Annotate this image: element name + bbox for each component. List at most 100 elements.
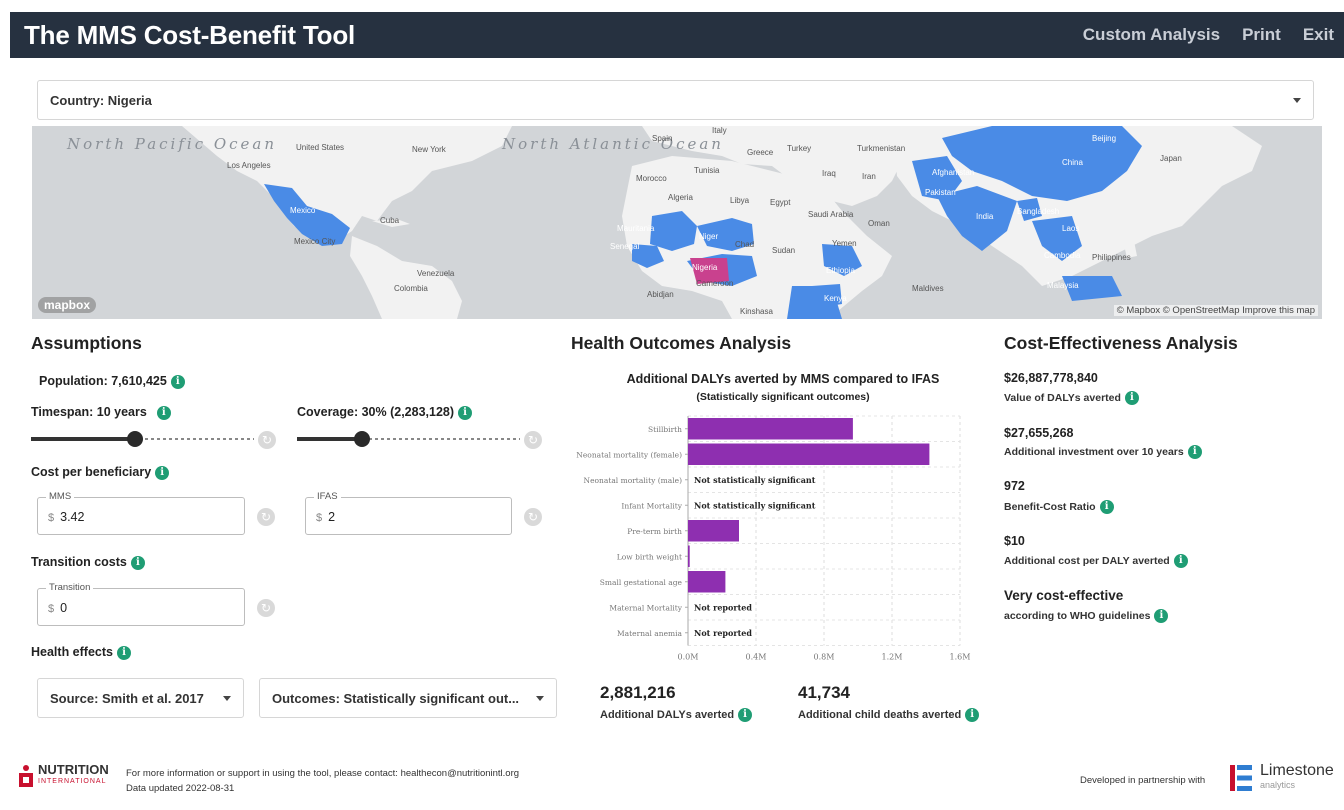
- map-label: Nigeria: [692, 263, 718, 272]
- info-icon[interactable]: i: [130, 555, 145, 570]
- category-label: Low birth weight: [617, 552, 682, 561]
- country-select-value: Country: Nigeria: [50, 92, 152, 108]
- slider-fill: [31, 437, 135, 441]
- map-label: Italy: [712, 126, 727, 135]
- nav-print[interactable]: Print: [1242, 25, 1281, 45]
- app-header: The MMS Cost-Benefit Tool Custom Analysi…: [10, 12, 1344, 58]
- slider-thumb[interactable]: [354, 431, 370, 447]
- info-icon[interactable]: i: [155, 465, 170, 480]
- category-label: Infant Mortality: [621, 501, 682, 510]
- partner-name: Limestone: [1260, 762, 1334, 779]
- info-icon[interactable]: i: [1187, 445, 1202, 459]
- reset-icon[interactable]: ↻: [257, 508, 275, 526]
- reset-icon[interactable]: ↻: [257, 599, 275, 617]
- map-label: Tunisia: [694, 166, 720, 175]
- partner-subname: analytics: [1260, 780, 1296, 790]
- map-label: Sudan: [772, 246, 796, 255]
- reset-icon[interactable]: ↻: [258, 431, 276, 449]
- nav-exit[interactable]: Exit: [1303, 25, 1334, 45]
- ifas-value: 2: [328, 510, 336, 524]
- bar: [688, 545, 690, 567]
- ocean-label-atlantic: North Atlantic Ocean: [502, 135, 724, 153]
- map-label: Saudi Arabia: [808, 210, 854, 219]
- map-label: Abidjan: [647, 290, 674, 299]
- category-label: Neonatal mortality (female): [576, 450, 682, 459]
- bar-annotation: Not statistically significant: [694, 475, 816, 485]
- partner-text: Developed in partnership with: [1080, 775, 1206, 786]
- cost-per-daly: $10: [1004, 534, 1025, 548]
- nutrition-international-logo[interactable]: NUTRITION INTERNATIONAL: [18, 762, 109, 788]
- bar-annotation: Not reported: [694, 628, 752, 638]
- mms-legend: MMS: [46, 491, 75, 502]
- map-label: Pakistan: [925, 188, 956, 197]
- map-label: Chad: [735, 240, 755, 249]
- reset-icon[interactable]: ↻: [524, 508, 542, 526]
- map-attribution[interactable]: © Mapbox © OpenStreetMap Improve this ma…: [1113, 305, 1318, 316]
- slider-thumb[interactable]: [127, 431, 143, 447]
- category-label: Pre-term birth: [627, 527, 682, 536]
- map-label: Yemen: [832, 239, 857, 248]
- top-nav: Custom Analysis Print Exit: [1083, 25, 1344, 45]
- map-label: Japan: [1160, 154, 1182, 163]
- chart-subtitle: (Statistically significant outcomes): [696, 391, 870, 403]
- map-label: Cambodia: [1044, 251, 1081, 260]
- health-outcomes-title: Health Outcomes Analysis: [571, 333, 792, 353]
- info-icon[interactable]: i: [1173, 554, 1188, 568]
- info-icon[interactable]: i: [965, 708, 980, 722]
- cost-per-daly-label: Additional cost per DALY averted i: [1004, 554, 1188, 568]
- org-name: NUTRITION: [38, 762, 109, 777]
- map-label: Egypt: [770, 198, 791, 207]
- transition-legend: Transition: [46, 582, 94, 593]
- world-map[interactable]: North Pacific Ocean North Atlantic Ocean…: [32, 126, 1322, 319]
- info-icon[interactable]: i: [156, 405, 171, 420]
- map-label: Kenya: [824, 294, 847, 303]
- ocean-label-pacific: North Pacific Ocean: [67, 135, 278, 153]
- ifas-cost-input[interactable]: IFAS $2: [305, 491, 512, 535]
- ifas-legend: IFAS: [314, 491, 341, 502]
- map-label: Niger: [699, 232, 719, 241]
- value-of-dalys: $26,887,778,840: [1004, 371, 1098, 385]
- reset-icon[interactable]: ↻: [524, 431, 542, 449]
- org-subname: INTERNATIONAL: [38, 778, 107, 785]
- info-icon[interactable]: i: [170, 374, 185, 389]
- additional-investment: $27,655,268: [1004, 426, 1074, 440]
- info-icon[interactable]: i: [116, 645, 131, 660]
- map-label: Ethiopia: [826, 266, 855, 275]
- info-icon[interactable]: i: [1124, 391, 1139, 405]
- cost-effectiveness-title: Cost-Effectiveness Analysis: [1004, 333, 1238, 353]
- footer-info: For more information or support in using…: [126, 766, 519, 796]
- source-dropdown[interactable]: Source: Smith et al. 2017: [37, 678, 244, 718]
- info-icon[interactable]: i: [738, 708, 753, 722]
- nutrition-logo-mark-icon: [19, 765, 33, 787]
- outcomes-dropdown[interactable]: Outcomes: Statistically significant out.…: [259, 678, 557, 718]
- map-label: Afghanistan: [932, 168, 975, 177]
- info-icon[interactable]: i: [1099, 500, 1114, 514]
- map-label: Venezuela: [417, 269, 455, 278]
- map-label: Morocco: [636, 174, 667, 183]
- chevron-down-icon: [1293, 97, 1301, 103]
- transition-cost-input[interactable]: Transition $0: [37, 582, 245, 626]
- info-icon[interactable]: i: [1154, 609, 1169, 623]
- map-label: Mexico City: [294, 237, 336, 246]
- nav-custom-analysis[interactable]: Custom Analysis: [1083, 25, 1220, 45]
- map-label: Libya: [730, 196, 750, 205]
- category-label: Small gestational age: [600, 578, 683, 587]
- country-select[interactable]: Country: Nigeria: [37, 80, 1314, 120]
- mms-cost-input[interactable]: MMS $3.42: [37, 491, 245, 535]
- data-updated-text: Data updated 2022-08-31: [126, 783, 235, 794]
- map-label: United States: [296, 143, 345, 152]
- map-label: Turkey: [787, 144, 812, 153]
- mapbox-logo[interactable]: mapbox: [38, 297, 97, 313]
- coverage-slider[interactable]: [297, 429, 520, 449]
- chevron-down-icon: [223, 695, 231, 701]
- timespan-slider[interactable]: [31, 429, 254, 449]
- limestone-logo[interactable]: Limestone analytics: [1230, 762, 1334, 792]
- info-icon[interactable]: i: [458, 405, 473, 420]
- map-label: Mauritania: [617, 224, 655, 233]
- additional-investment-label: Additional investment over 10 years i: [1004, 445, 1202, 459]
- map-label: Iraq: [822, 169, 836, 178]
- map-label: China: [1062, 158, 1083, 167]
- category-label: Stillbirth: [648, 425, 682, 434]
- x-tick-label: 1.2M: [882, 653, 903, 662]
- bar: [688, 418, 853, 440]
